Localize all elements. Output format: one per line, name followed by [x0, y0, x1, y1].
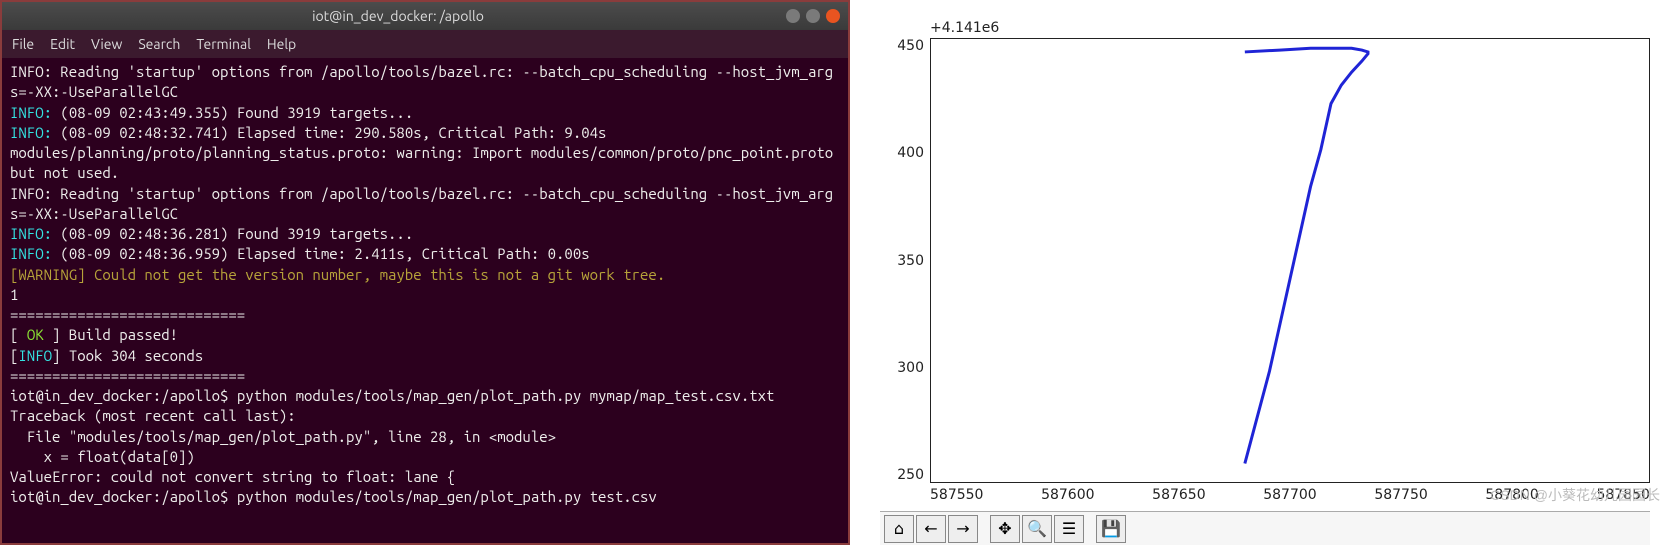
y-tick: 300	[897, 360, 924, 376]
term-info-tag: INFO	[18, 347, 52, 364]
plot-window: +4.141e6 450 400 350 300 250 587550 5876…	[850, 0, 1680, 545]
term-traceback: Traceback (most recent call last):	[10, 407, 296, 424]
term-line: INFO: Reading 'startup' options from /ap…	[10, 63, 833, 100]
minimize-icon[interactable]	[786, 9, 800, 23]
forward-icon[interactable]: →	[948, 515, 978, 543]
matplotlib-toolbar: ⌂ ← → ✥ 🔍 ☰ 💾	[880, 511, 1650, 545]
subplots-icon[interactable]: ☰	[1054, 515, 1084, 543]
term-line: modules/planning/proto/planning_status.p…	[10, 144, 842, 181]
term-error: ValueError: could not convert string to …	[10, 468, 455, 485]
pan-icon[interactable]: ✥	[990, 515, 1020, 543]
y-tick: 450	[897, 38, 924, 54]
menu-terminal[interactable]: Terminal	[196, 36, 251, 52]
y-tick: 250	[897, 467, 924, 483]
term-line: [	[10, 326, 27, 343]
y-tick: 350	[897, 253, 924, 269]
term-line: ] Build passed!	[44, 326, 178, 343]
term-line: 1	[10, 286, 18, 303]
term-info-tag: INFO:	[10, 225, 52, 242]
menu-search[interactable]: Search	[138, 36, 180, 52]
term-command: python modules/tools/map_gen/plot_path.p…	[237, 488, 657, 505]
term-line: (08-09 02:48:36.281) Found 3919 targets.…	[52, 225, 413, 242]
term-line: INFO: Reading 'startup' options from /ap…	[10, 185, 833, 222]
term-line: (08-09 02:48:36.959) Elapsed time: 2.411…	[52, 245, 590, 262]
terminal-output[interactable]: INFO: Reading 'startup' options from /ap…	[2, 58, 848, 543]
term-traceback: x = float(data[0])	[10, 448, 195, 465]
term-line: ] Took 304 seconds	[52, 347, 203, 364]
back-icon[interactable]: ←	[916, 515, 946, 543]
term-info-tag: INFO:	[10, 245, 52, 262]
term-line: (08-09 02:43:49.355) Found 3919 targets.…	[52, 104, 413, 121]
chart-canvas[interactable]	[930, 38, 1650, 483]
menu-file[interactable]: File	[12, 36, 34, 52]
x-tick: 587700	[1263, 487, 1316, 503]
maximize-icon[interactable]	[806, 9, 820, 23]
term-info-tag: INFO:	[10, 124, 52, 141]
x-tick: 587650	[1152, 487, 1205, 503]
watermark: CSDN @小葵花幼儿园园长	[1490, 485, 1660, 505]
term-warning-tag: [WARNING]	[10, 266, 86, 283]
term-prompt: iot@in_dev_docker:/apollo$	[10, 387, 237, 404]
save-icon[interactable]: 💾	[1096, 515, 1126, 543]
term-info-tag: INFO:	[10, 104, 52, 121]
path-curve	[931, 39, 1649, 482]
term-separator: ============================	[10, 367, 245, 384]
x-tick: 587750	[1374, 487, 1427, 503]
zoom-icon[interactable]: 🔍	[1022, 515, 1052, 543]
menu-help[interactable]: Help	[267, 36, 296, 52]
home-icon[interactable]: ⌂	[884, 515, 914, 543]
term-ok-tag: OK	[27, 326, 44, 343]
term-command: python modules/tools/map_gen/plot_path.p…	[237, 387, 775, 404]
x-tick: 587550	[930, 487, 983, 503]
term-line: Could not get the version number, maybe …	[86, 266, 666, 283]
terminal-window: iot@in_dev_docker: /apollo File Edit Vie…	[0, 0, 850, 545]
y-tick: 400	[897, 145, 924, 161]
window-title: iot@in_dev_docker: /apollo	[10, 8, 786, 24]
term-prompt: iot@in_dev_docker:/apollo$	[10, 488, 237, 505]
close-icon[interactable]	[826, 9, 840, 23]
menu-view[interactable]: View	[91, 36, 122, 52]
titlebar: iot@in_dev_docker: /apollo	[2, 2, 848, 30]
term-separator: ============================	[10, 306, 245, 323]
menu-edit[interactable]: Edit	[50, 36, 75, 52]
y-axis-offset: +4.141e6	[930, 20, 1650, 36]
plot-area: 450 400 350 300 250	[880, 38, 1650, 483]
term-line: (08-09 02:48:32.741) Elapsed time: 290.5…	[52, 124, 606, 141]
term-traceback: File "modules/tools/map_gen/plot_path.py…	[10, 428, 556, 445]
y-axis-ticks: 450 400 350 300 250	[880, 38, 930, 483]
x-tick: 587600	[1041, 487, 1094, 503]
menubar: File Edit View Search Terminal Help	[2, 30, 848, 58]
